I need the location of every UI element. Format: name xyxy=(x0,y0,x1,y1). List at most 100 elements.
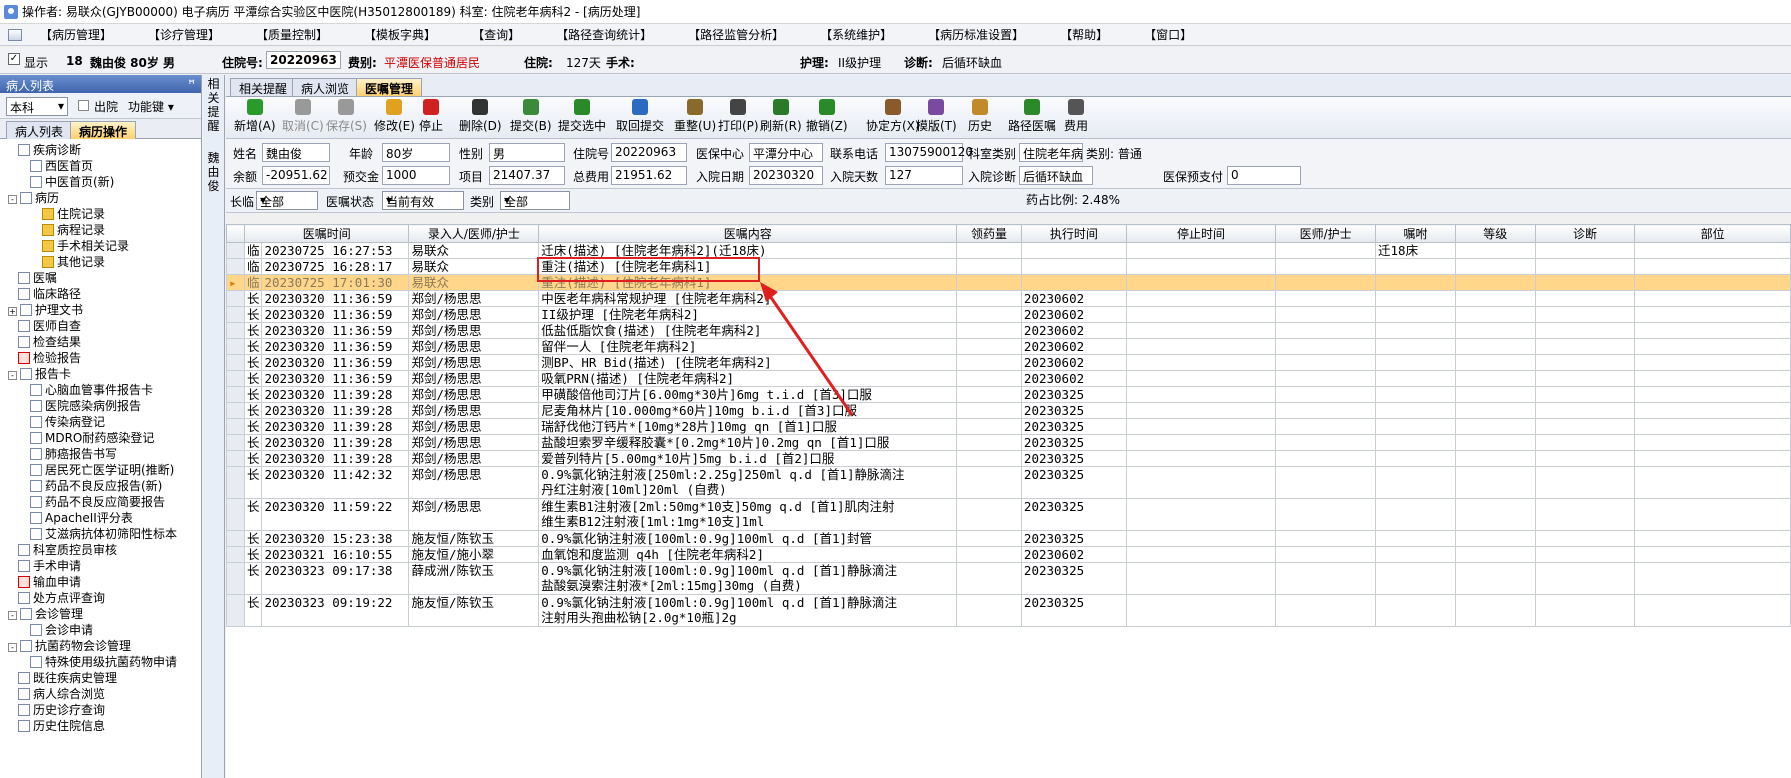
table-row[interactable]: 长 20230320 11:36:59 郑剑/杨思思 中医老年病科常规护理 [住院老年… xyxy=(226,290,1791,307)
menu-query[interactable]: 【查询】 xyxy=(458,26,542,43)
tree-node[interactable]: - 病历 xyxy=(8,190,59,206)
tree-node[interactable]: 医嘱 xyxy=(18,270,57,286)
table-row[interactable]: 长 20230320 11:36:59 郑剑/杨思思 低盐低脂饮食(描述) [住院老年… xyxy=(226,322,1791,339)
reorganize-button[interactable]: 重整(U) xyxy=(674,99,716,137)
collapse-icon[interactable]: - xyxy=(8,371,17,380)
table-row[interactable]: 长 20230320 11:36:59 郑剑/杨思思 测BP、HR Bid(描述) [… xyxy=(226,354,1791,371)
tree-node[interactable]: - 抗菌药物会诊管理 xyxy=(8,638,131,654)
tree-node[interactable]: ApacheII评分表 xyxy=(30,510,133,526)
menu-help[interactable]: 【帮助】 xyxy=(1046,26,1130,43)
show-checkbox[interactable]: ✓ xyxy=(8,53,20,65)
tree-node[interactable]: - 报告卡 xyxy=(8,366,71,382)
col-level[interactable]: 等级 xyxy=(1454,224,1536,243)
menu-template-dictionary[interactable]: 【模板字典】 xyxy=(350,26,458,43)
table-row[interactable]: 长 20230320 11:39:28 郑剑/杨思思 瑞舒伐他汀钙片*[10mg*28… xyxy=(226,418,1791,435)
tree-node[interactable]: 历史诊疗查询 xyxy=(18,702,105,718)
submit-button[interactable]: 提交(B) xyxy=(510,99,552,137)
function-key-menu[interactable]: 功能键 ▾ xyxy=(128,98,174,115)
menu-system-maintenance[interactable]: 【系统维护】 xyxy=(806,26,914,43)
refresh-button[interactable]: 刷新(R) xyxy=(760,99,802,137)
template-button[interactable]: 模版(T) xyxy=(916,99,957,137)
stop-button[interactable]: 停止 xyxy=(419,99,443,137)
expand-icon[interactable]: + xyxy=(8,307,17,316)
tree-node[interactable]: 医师自查 xyxy=(18,318,81,334)
history-button[interactable]: 历史 xyxy=(968,99,992,137)
system-menu-icon[interactable] xyxy=(8,28,22,41)
tab-related-reminders[interactable]: 相关提醒 xyxy=(230,78,297,96)
edit-button[interactable]: 修改(E) xyxy=(374,99,415,137)
tree-node[interactable]: 艾滋病抗体初筛阳性标本 xyxy=(30,526,177,542)
tree-node[interactable]: 传染病登记 xyxy=(30,414,105,430)
table-row[interactable]: 长 20230320 11:39:28 郑剑/杨思思 爱普列特片[5.00mg*10片… xyxy=(226,450,1791,467)
tree-node[interactable]: 中医首页(新) xyxy=(30,174,114,190)
collapse-icon[interactable]: - xyxy=(8,643,17,652)
menu-path-query-stats[interactable]: 【路径查询统计】 xyxy=(542,26,674,43)
col-doctor-nurse[interactable]: 医师/护士 xyxy=(1275,224,1377,243)
table-row[interactable]: 长 20230320 11:36:59 郑剑/杨思思 II级护理 [住院老年病科2] 2… xyxy=(226,306,1791,323)
table-row[interactable]: 长 20230323 09:17:38 薛成洲/陈钦玉 0.9%氯化钠注射液[100m… xyxy=(226,562,1791,595)
col-entered-by[interactable]: 录入人/医师/护士 xyxy=(408,224,540,243)
tree-node[interactable]: 病程记录 xyxy=(42,222,105,238)
table-row[interactable]: 长 20230320 11:39:28 郑剑/杨思思 甲磺酸倍他司汀片[6.00mg*… xyxy=(226,386,1791,403)
tree-node[interactable]: 其他记录 xyxy=(42,254,105,270)
col-dispense-qty[interactable]: 领药量 xyxy=(956,224,1022,243)
menu-clinical-management[interactable]: 【诊疗管理】 xyxy=(134,26,242,43)
tree-node[interactable]: 检查结果 xyxy=(18,334,81,350)
type-filter-select[interactable]: 全部 ▾ xyxy=(500,191,570,210)
order-state-select[interactable]: 当前有效 ▾ xyxy=(382,191,464,210)
menu-quality-control[interactable]: 【质量控制】 xyxy=(242,26,350,43)
col-stop-time[interactable]: 停止时间 xyxy=(1125,224,1277,243)
tree-node[interactable]: 手术申请 xyxy=(18,558,81,574)
tree-node[interactable]: 既往疾病史管理 xyxy=(18,670,117,686)
undo-button[interactable]: 撤销(Z) xyxy=(806,99,848,137)
collapse-icon[interactable]: - xyxy=(8,195,17,204)
term-filter-select[interactable]: 全部 ▾ xyxy=(256,191,318,210)
tree-node[interactable]: 居民死亡医学证明(推断) xyxy=(30,462,174,478)
tree-node[interactable]: MDRO耐药感染登记 xyxy=(30,430,154,446)
tree-node[interactable]: 科室质控员审核 xyxy=(18,542,117,558)
tab-order-management[interactable]: 医嘱管理 xyxy=(356,78,423,96)
agreement-formula-button[interactable]: 协定方(X) xyxy=(866,99,920,137)
table-row[interactable]: 临 20230725 16:27:53 易联众 迁床(描述) [住院老年病科2](迁1… xyxy=(226,242,1791,259)
table-row[interactable]: 长 20230320 11:59:22 郑剑/杨思思 维生素B1注射液[2ml:50m… xyxy=(226,498,1791,531)
tab-patient-list[interactable]: 病人列表 xyxy=(6,121,73,139)
save-button[interactable]: 保存(S) xyxy=(326,99,367,137)
tree-node[interactable]: 住院记录 xyxy=(42,206,105,222)
tree-node[interactable]: 输血申请 xyxy=(18,574,81,590)
col-instruction[interactable]: 嘱咐 xyxy=(1375,224,1456,243)
path-orders-button[interactable]: 路径医嘱 xyxy=(1008,99,1056,137)
tab-patient-browse[interactable]: 病人浏览 xyxy=(292,78,359,96)
tree-node[interactable]: 疾病诊断 xyxy=(18,142,81,158)
tree-node[interactable]: 临床路径 xyxy=(18,286,81,302)
tree-node[interactable]: 病人综合浏览 xyxy=(18,686,105,702)
collapse-icon[interactable]: - xyxy=(8,611,17,620)
menu-path-supervision[interactable]: 【路径监管分析】 xyxy=(674,26,806,43)
table-row[interactable]: ▸ 临 20230725 17:01:30 易联众 重注(描述) [住院老年病科1] xyxy=(226,274,1791,291)
table-row[interactable]: 长 20230323 09:19:22 施友恒/陈钦玉 0.9%氯化钠注射液[100m… xyxy=(226,594,1791,627)
table-row[interactable]: 长 20230320 11:36:59 郑剑/杨思思 留伴一人 [住院老年病科2] 20… xyxy=(226,338,1791,355)
menu-record-standards[interactable]: 【病历标准设置】 xyxy=(914,26,1046,43)
table-row[interactable]: 长 20230320 15:23:38 施友恒/陈钦玉 0.9%氯化钠注射液[100m… xyxy=(226,530,1791,547)
tree-node[interactable]: 处方点评查询 xyxy=(18,590,105,606)
discharged-checkbox[interactable] xyxy=(78,100,89,111)
menu-record-management[interactable]: 【病历管理】 xyxy=(26,26,134,43)
tree-node[interactable]: 手术相关记录 xyxy=(42,238,129,254)
print-button[interactable]: 打印(P) xyxy=(718,99,759,137)
fees-button[interactable]: 费用 xyxy=(1064,99,1088,137)
col-site[interactable]: 部位 xyxy=(1634,224,1791,243)
delete-button[interactable]: 删除(D) xyxy=(459,99,502,137)
table-row[interactable]: 临 20230725 16:28:17 易联众 重注(描述) [住院老年病科1] xyxy=(226,258,1791,275)
table-row[interactable]: 长 20230321 16:10:55 施友恒/施小翠 血氧饱和度监测 q4h [住院… xyxy=(226,546,1791,563)
tree-node[interactable]: 特殊使用级抗菌药物申请 xyxy=(30,654,177,670)
tree-node[interactable]: 检验报告 xyxy=(18,350,81,366)
tree-node[interactable]: + 护理文书 xyxy=(8,302,83,318)
tree-node[interactable]: 心脑血管事件报告卡 xyxy=(30,382,153,398)
col-exec-time[interactable]: 执行时间 xyxy=(1020,224,1127,243)
related-reminder-vertical[interactable]: 相关提醒 xyxy=(207,77,221,133)
tree-node[interactable]: 医院感染病例报告 xyxy=(30,398,141,414)
tree-node[interactable]: 药品不良反应简要报告 xyxy=(30,494,165,510)
dept-select[interactable]: 本科 ▾ xyxy=(6,97,68,116)
pin-icon[interactable]: ꟸ xyxy=(188,77,195,91)
tree-node[interactable]: 会诊申请 xyxy=(30,622,93,638)
retrieve-submission-button[interactable]: 取回提交 xyxy=(616,99,664,137)
